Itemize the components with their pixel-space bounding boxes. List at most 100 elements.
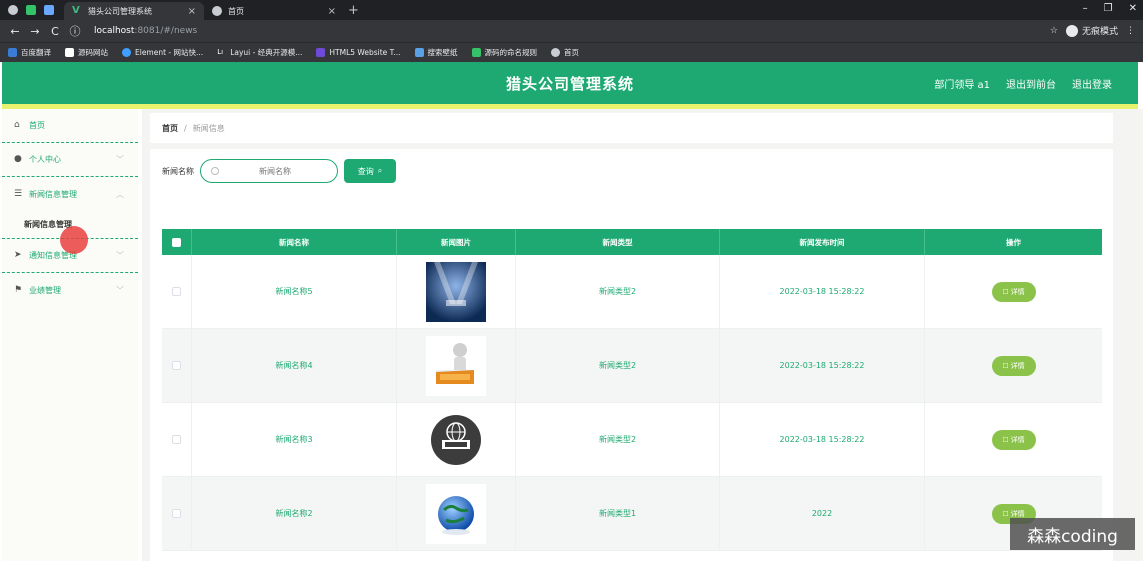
back-icon[interactable]: ← [8,25,22,38]
app-icon-2[interactable] [44,5,54,15]
close-icon[interactable]: × [188,6,196,17]
cell-publish-time: 2022 [720,477,925,550]
bookmark-icon [8,48,17,57]
menu-icon[interactable]: ⋮ [1126,26,1135,36]
header-news-image: 新闻图片 [397,229,516,255]
home-icon: ⌂ [14,120,20,130]
close-icon[interactable]: × [328,6,336,17]
sidebar: ⌂ 首页 ● 个人中心 ﹀ ☰ 新闻信息管理 ︿ 新闻信息管理 ➤ 通知信息管理… [2,109,138,561]
cell-news-type: 新闻类型2 [516,255,720,328]
minimize-icon[interactable]: – [1083,3,1088,14]
app-header: 猎头公司管理系统 部门领导 a1 退出到前台 退出登录 [2,62,1138,104]
logout-link[interactable]: 退出登录 [1072,76,1112,91]
info-icon[interactable]: ⓘ [68,23,82,39]
sidebar-item-news[interactable]: ☰ 新闻信息管理 ︿ [2,177,138,211]
sidebar-item-profile[interactable]: ● 个人中心 ﹀ [2,143,138,177]
detail-button[interactable]: ☐ 详情 [991,355,1036,376]
send-icon: ➤ [14,250,22,260]
app-icon[interactable] [26,5,36,15]
exit-to-front-link[interactable]: 退出到前台 [1006,76,1056,91]
cell-news-type: 新闻类型2 [516,329,720,402]
query-button[interactable]: 查询 ⌕ [344,159,396,183]
cell-publish-time: 2022-03-18 15:28:22 [720,329,925,402]
edit-icon: ☐ [1002,287,1009,296]
incognito-badge[interactable]: 无痕模式 [1065,24,1118,37]
tab-inactive[interactable]: 首页 × [204,2,344,20]
news-figure-image [426,335,486,396]
edit-icon: ☐ [1002,509,1009,518]
forward-icon[interactable]: → [28,25,42,38]
chevron-down-icon: ﹀ [116,251,124,260]
search-row: 新闻名称 查询 ⌕ [162,159,396,183]
cell-news-name: 新闻名称4 [192,329,397,402]
flag-icon: ⚑ [14,284,23,295]
row-checkbox[interactable] [172,509,181,518]
row-checkbox[interactable] [172,287,181,296]
browser-icon [8,5,18,15]
row-checkbox[interactable] [172,435,181,444]
bookmark-item[interactable]: 源码的命名规则 [471,47,537,58]
search-box[interactable] [200,159,338,183]
chevron-down-icon: ﹀ [116,155,124,164]
bookmarks-bar: 百度翻译 源码网站 Element - 网站快... Lı Layui - 经典开… [0,42,1143,62]
bookmark-item[interactable]: 搜索壁纸 [414,47,458,58]
bookmark-item[interactable]: 源码网站 [65,47,108,58]
html5-icon [316,48,326,57]
star-icon[interactable]: ☆ [1050,26,1058,36]
table-row: 新闻名称4 新闻类型2 2022-03-18 15:28:22 ☐ 详情 [162,329,1102,403]
cell-publish-time: 2022-03-18 15:28:22 [720,403,925,476]
edit-icon: ☐ [1002,361,1009,370]
tab-active[interactable]: V 猎头公司管理系统 × [64,2,204,20]
breadcrumb: 首页 / 新闻信息 [150,113,1113,143]
reload-icon[interactable]: C [48,25,62,38]
new-tab-button[interactable]: + [348,3,359,18]
list-icon: ☰ [14,188,23,199]
table-row: 新闻名称5 新闻类型2 2022-03-18 15:28:22 ☐ 详情 [162,255,1102,329]
cell-news-name: 新闻名称5 [192,255,397,328]
table-header: 新闻名称 新闻图片 新闻类型 新闻发布时间 操作 [162,229,1102,255]
sidebar-item-home[interactable]: ⌂ 首页 [2,109,138,143]
video-watermark: 森森coding [1010,518,1135,550]
search-icon: ⌕ [377,166,383,175]
window-close-icon[interactable]: ✕ [1129,3,1137,14]
detail-button[interactable]: ☐ 详情 [991,429,1036,450]
layui-icon: Lı [217,48,224,56]
bookmark-icon [471,48,481,57]
user-role-link[interactable]: 部门领导 a1 [934,76,990,91]
tab-title: 首页 [228,6,244,16]
tab-title: 猎头公司管理系统 [88,6,152,16]
url-field[interactable]: localhost:8081/#/news [94,26,197,36]
edit-icon: ☐ [1002,435,1009,444]
page-title: 猎头公司管理系统 [505,74,634,93]
select-all-checkbox[interactable] [172,237,181,247]
header-news-name: 新闻名称 [192,229,397,255]
mouse-cursor-highlight [60,226,88,254]
bookmark-item[interactable]: HTML5 Website T... [316,48,401,57]
breadcrumb-home[interactable]: 首页 [162,123,178,134]
incognito-icon [1065,24,1078,37]
detail-button[interactable]: ☐ 详情 [991,281,1036,302]
bookmark-item[interactable]: Element - 网站快... [122,47,203,58]
news-globe-badge-image [426,409,486,470]
header-actions: 操作 [1006,237,1021,247]
sidebar-item-performance[interactable]: ⚑ 业绩管理 ﹀ [2,273,138,307]
breadcrumb-separator: / [184,123,187,133]
cell-news-name: 新闻名称3 [192,403,397,476]
globe-icon [551,48,561,57]
restore-icon[interactable]: ❐ [1104,3,1113,14]
cell-news-type: 新闻类型1 [516,477,720,550]
cell-news-type: 新闻类型2 [516,403,720,476]
bookmark-item[interactable]: 首页 [551,47,579,58]
table-row: 新闻名称2 新闻类型1 2022 ☐ 详情 [162,477,1102,551]
breadcrumb-current: 新闻信息 [192,123,225,133]
cell-publish-time: 2022-03-18 15:28:22 [720,255,925,328]
bookmark-item[interactable]: 百度翻译 [8,47,51,58]
bookmark-item[interactable]: Lı Layui - 经典开源模... [217,47,302,58]
globe-icon [212,6,222,16]
chevron-down-icon: ﹀ [116,285,124,295]
table-row: 新闻名称3 新闻类型2 2022-03-18 15:28:22 ☐ 详情 [162,403,1102,477]
row-checkbox[interactable] [172,361,181,370]
flag-icon [65,48,74,57]
search-input[interactable] [225,166,325,176]
chevron-up-icon: ︿ [116,189,124,199]
